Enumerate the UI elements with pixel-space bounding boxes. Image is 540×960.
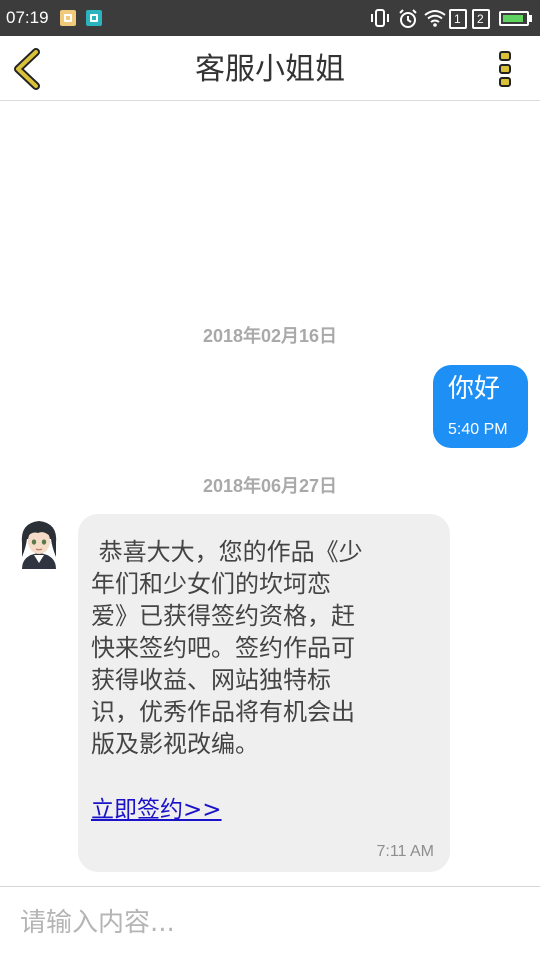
vibrate-icon (371, 9, 389, 27)
status-time: 07:19 (6, 8, 49, 27)
agent-avatar-icon (21, 521, 57, 569)
message-text: 恭喜大大，您的作品《少 年们和少女们的坎坷恋 爱》已获得签约资格，赶 快来签约吧… (91, 538, 363, 758)
message-input-bar (0, 886, 540, 960)
sign-now-link[interactable]: 立即签约>> (91, 795, 222, 825)
message-list[interactable]: 2018年02月16日 你好 5:40 PM 2018年06月27日 恭喜大大，… (0, 101, 540, 886)
alarm-icon (399, 9, 417, 28)
page-title: 客服小姐姐 (195, 52, 345, 87)
battery-tip (529, 15, 532, 22)
outgoing-message-bubble[interactable]: 你好 5:40 PM (433, 365, 528, 448)
message-time: 5:40 PM (448, 421, 508, 438)
message-text: 你好 (448, 374, 501, 404)
avatar[interactable] (18, 517, 60, 569)
date-separator: 2018年06月27日 (202, 476, 338, 496)
more-menu-button[interactable] (494, 48, 516, 90)
chat-header: 客服小姐姐 (0, 36, 540, 101)
wifi-icon (424, 10, 446, 27)
screenshot-app-icon (86, 10, 102, 26)
message-input[interactable] (20, 901, 520, 945)
notification-app-icon (60, 10, 76, 26)
battery-level-fill (503, 15, 523, 22)
status-bar: 07:19 1 2 (0, 0, 540, 36)
sim2-signal-icon: 2 (472, 9, 490, 29)
more-vertical-icon (499, 51, 511, 87)
battery-charging-icon (499, 11, 529, 26)
sim1-signal-icon: 1 (449, 9, 467, 29)
incoming-message-bubble[interactable]: 恭喜大大，您的作品《少 年们和少女们的坎坷恋 爱》已获得签约资格，赶 快来签约吧… (78, 514, 450, 872)
sim2-label: 2 (477, 12, 484, 26)
message-time: 7:11 AM (376, 843, 434, 860)
date-separator: 2018年02月16日 (202, 326, 338, 346)
chat-screen: 07:19 1 2 客服小姐姐 2018年02月16日 你好 5:40 PM 2… (0, 0, 540, 960)
sim1-label: 1 (454, 12, 461, 26)
